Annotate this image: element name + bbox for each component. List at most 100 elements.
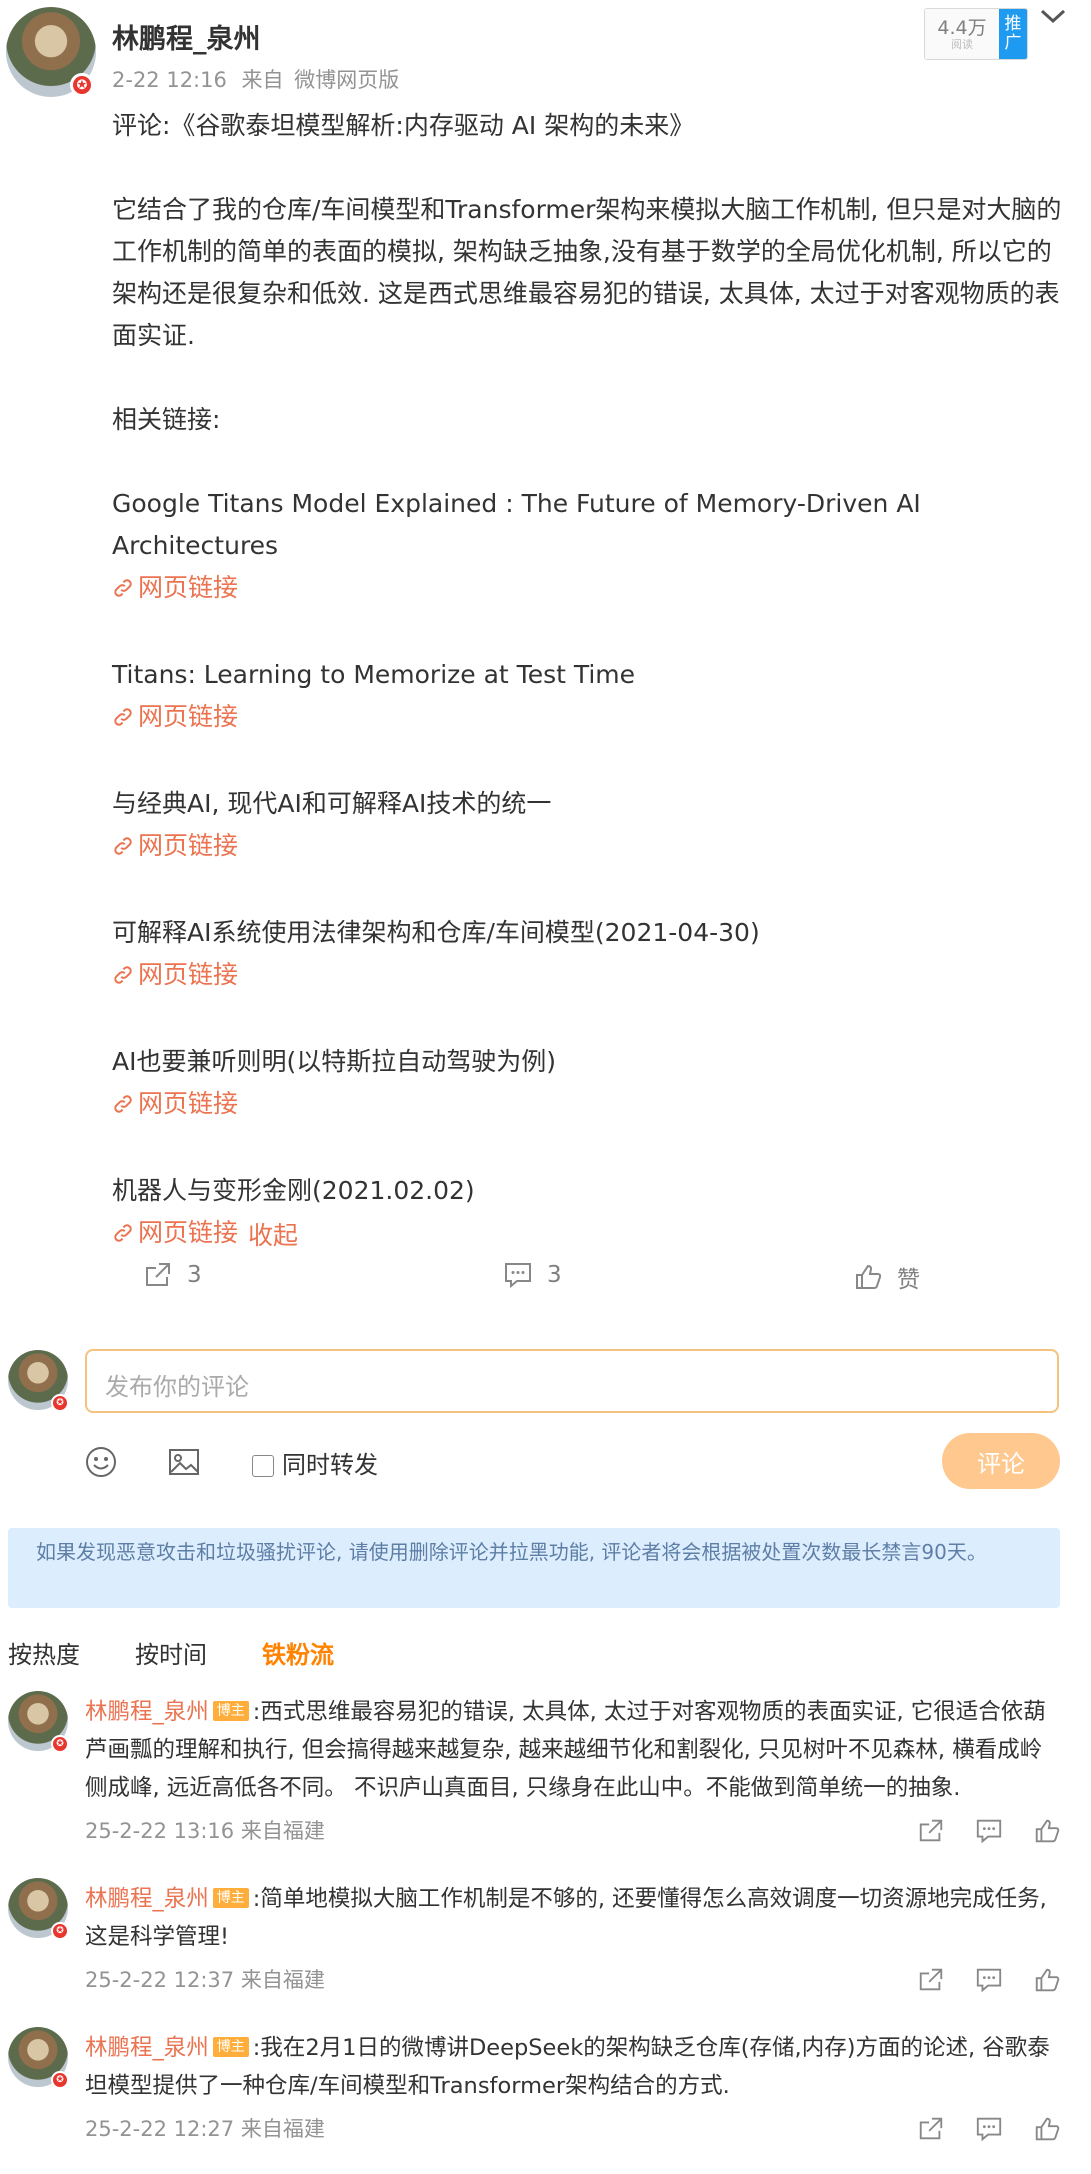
promote-label: 推广 — [1004, 14, 1022, 53]
thumbs-up-icon[interactable] — [1033, 1966, 1061, 1994]
web-link[interactable]: 网页链接 — [112, 567, 238, 609]
read-count-box[interactable]: 4.4万 阅读 推广 — [924, 8, 1028, 60]
commenter-name[interactable]: 林鹏程_泉州 — [85, 1886, 209, 1912]
related-link-title: Google Titans Model Explained : The Futu… — [112, 489, 921, 560]
comment-item: 林鹏程_泉州 博主:西式思维最容易犯的错误, 太具体, 太过于对客观物质的表面实证… — [85, 1693, 1060, 1807]
related-link-title: AI也要兼听则明(以特斯拉自动驾驶为例) — [112, 1047, 556, 1076]
tab-sort-hot[interactable]: 按热度 — [8, 1635, 80, 1670]
comment-actions — [917, 2115, 1061, 2143]
promote-button[interactable]: 推广 — [999, 9, 1027, 59]
commenter-avatar[interactable]: ✪ — [8, 1878, 69, 1940]
web-link-text: 网页链接 — [138, 573, 239, 602]
read-count-label: 阅读 — [951, 37, 973, 51]
submit-comment-button[interactable]: 评论 — [942, 1433, 1060, 1489]
web-link[interactable]: 网页链接 — [112, 825, 238, 867]
related-link-item: 与经典AI, 现代AI和可解释AI技术的统一 网页链接 — [112, 783, 1072, 870]
verified-badge-icon: ✪ — [51, 1922, 69, 1940]
author-badge: 博主 — [212, 1887, 249, 1908]
related-link-title: 可解释AI系统使用法律架构和仓库/车间模型(2021-04-30) — [112, 918, 760, 947]
web-link-text: 网页链接 — [138, 702, 239, 731]
web-link[interactable]: 网页链接 — [112, 1083, 238, 1125]
related-link-item: 机器人与变形金刚(2021.02.02) 网页链接 收起 — [112, 1170, 1072, 1257]
author-badge: 博主 — [212, 2036, 249, 2057]
comment-location: 来自福建 — [240, 2117, 325, 2141]
related-link-item: Titans: Learning to Memorize at Test Tim… — [112, 654, 1072, 741]
link-icon — [114, 966, 132, 984]
web-link-text: 网页链接 — [138, 831, 239, 860]
tab-sort-time[interactable]: 按时间 — [135, 1635, 207, 1670]
web-link[interactable]: 网页链接 — [112, 1212, 238, 1254]
read-count: 4.4万 — [937, 16, 987, 39]
comment-time: 25-2-22 13:16 — [85, 1819, 235, 1843]
related-link-title: 机器人与变形金刚(2021.02.02) — [112, 1176, 475, 1205]
repost-icon — [146, 1263, 170, 1286]
related-link-title: Titans: Learning to Memorize at Test Tim… — [112, 660, 636, 689]
link-icon — [114, 708, 132, 726]
reply-icon[interactable] — [975, 1966, 1003, 1994]
verified-badge-icon: ✪ — [51, 2071, 69, 2089]
related-link-item: Google Titans Model Explained : The Futu… — [112, 483, 1072, 612]
thumbs-up-icon[interactable] — [1033, 2115, 1061, 2143]
verified-badge-icon: ✪ — [70, 73, 94, 97]
web-link-text: 网页链接 — [138, 1089, 239, 1118]
comment-time: 25-2-22 12:27 — [85, 2117, 235, 2141]
post-source: 微博网页版 — [294, 68, 400, 92]
link-icon — [114, 837, 132, 855]
post-time[interactable]: 2-22 12:16 — [112, 68, 227, 92]
related-link-item: AI也要兼听则明(以特斯拉自动驾驶为例) 网页链接 — [112, 1041, 1072, 1128]
comment-button[interactable]: 3 — [503, 1260, 562, 1290]
reply-icon[interactable] — [975, 2115, 1003, 2143]
commenter-avatar[interactable]: ✪ — [8, 2027, 69, 2089]
related-links-list: Google Titans Model Explained : The Futu… — [112, 483, 1072, 1257]
author-avatar[interactable]: ✪ — [6, 7, 96, 97]
forward-checkbox-row[interactable]: 同时转发 — [252, 1445, 378, 1480]
commenter-name[interactable]: 林鹏程_泉州 — [85, 2035, 209, 2061]
link-icon — [114, 579, 132, 597]
post-title-line: 评论:《谷歌泰坦模型解析:内存驱动 AI 架构的未来》 — [112, 111, 695, 140]
post-content: 评论:《谷歌泰坦模型解析:内存驱动 AI 架构的未来》 它结合了我的仓库/车间模… — [112, 105, 1072, 1257]
verified-badge-icon: ✪ — [51, 1735, 69, 1753]
web-link-text: 网页链接 — [138, 960, 239, 989]
commenter-name[interactable]: 林鹏程_泉州 — [85, 1699, 209, 1725]
collapse-link[interactable]: 收起 — [248, 1215, 298, 1257]
link-icon — [114, 1095, 132, 1113]
comment-location: 来自福建 — [240, 1819, 325, 1843]
web-link[interactable]: 网页链接 — [112, 954, 238, 996]
moderation-notice: 如果发现恶意攻击和垃圾骚扰评论, 请使用删除评论并拉黑功能, 评论者将会根据被处… — [8, 1528, 1060, 1608]
repost-button[interactable]: 3 — [143, 1260, 202, 1290]
repost-icon[interactable] — [917, 1817, 945, 1845]
repost-icon[interactable] — [917, 1966, 945, 1994]
comment-meta: 25-2-22 12:37 来自福建 — [85, 1964, 325, 1994]
comment-meta: 25-2-22 13:16 来自福建 — [85, 1815, 325, 1845]
related-links-label: 相关链接: — [112, 405, 221, 434]
forward-checkbox[interactable] — [252, 1455, 274, 1477]
comment-meta: 25-2-22 12:27 来自福建 — [85, 2113, 325, 2143]
post-meta: 2-22 12:16 来自 微博网页版 — [112, 64, 399, 94]
link-icon — [114, 1224, 132, 1242]
thumbs-up-icon — [856, 1264, 882, 1289]
comment-input-placeholder: 发布你的评论 — [105, 1373, 249, 1401]
comment-item: 林鹏程_泉州 博主:简单地模拟大脑工作机制是不够的, 还要懂得怎么高效调度一切资源… — [85, 1880, 1060, 1956]
thumbs-up-icon[interactable] — [1033, 1817, 1061, 1845]
comment-item: 林鹏程_泉州 博主:我在2月1日的微博讲DeepSeek的架构缺乏仓库(存储,内存… — [85, 2029, 1060, 2105]
post-author-name[interactable]: 林鹏程_泉州 — [112, 17, 261, 56]
like-button[interactable]: 赞 — [853, 1260, 920, 1294]
repost-icon[interactable] — [917, 2115, 945, 2143]
web-link[interactable]: 网页链接 — [112, 696, 238, 738]
related-link-item: 可解释AI系统使用法律架构和仓库/车间模型(2021-04-30) 网页链接 — [112, 912, 1072, 999]
web-link-text: 网页链接 — [138, 1218, 239, 1247]
comment-icon — [505, 1263, 531, 1289]
chevron-down-icon[interactable] — [1036, 6, 1070, 28]
verified-badge-icon: ✪ — [51, 1394, 69, 1412]
image-icon[interactable] — [167, 1445, 201, 1479]
emoji-icon[interactable] — [84, 1445, 118, 1479]
my-avatar[interactable]: ✪ — [8, 1350, 69, 1412]
author-badge: 博主 — [212, 1700, 249, 1721]
post-body-text: 它结合了我的仓库/车间模型和Transformer架构来模拟大脑工作机制, 但只… — [112, 195, 1062, 350]
commenter-avatar[interactable]: ✪ — [8, 1691, 69, 1753]
comment-input[interactable]: 发布你的评论 — [85, 1349, 1059, 1413]
like-label: 赞 — [897, 1267, 920, 1293]
tab-sort-fans[interactable]: 铁粉流 — [262, 1635, 334, 1670]
reply-icon[interactable] — [975, 1817, 1003, 1845]
repost-count: 3 — [187, 1262, 202, 1288]
